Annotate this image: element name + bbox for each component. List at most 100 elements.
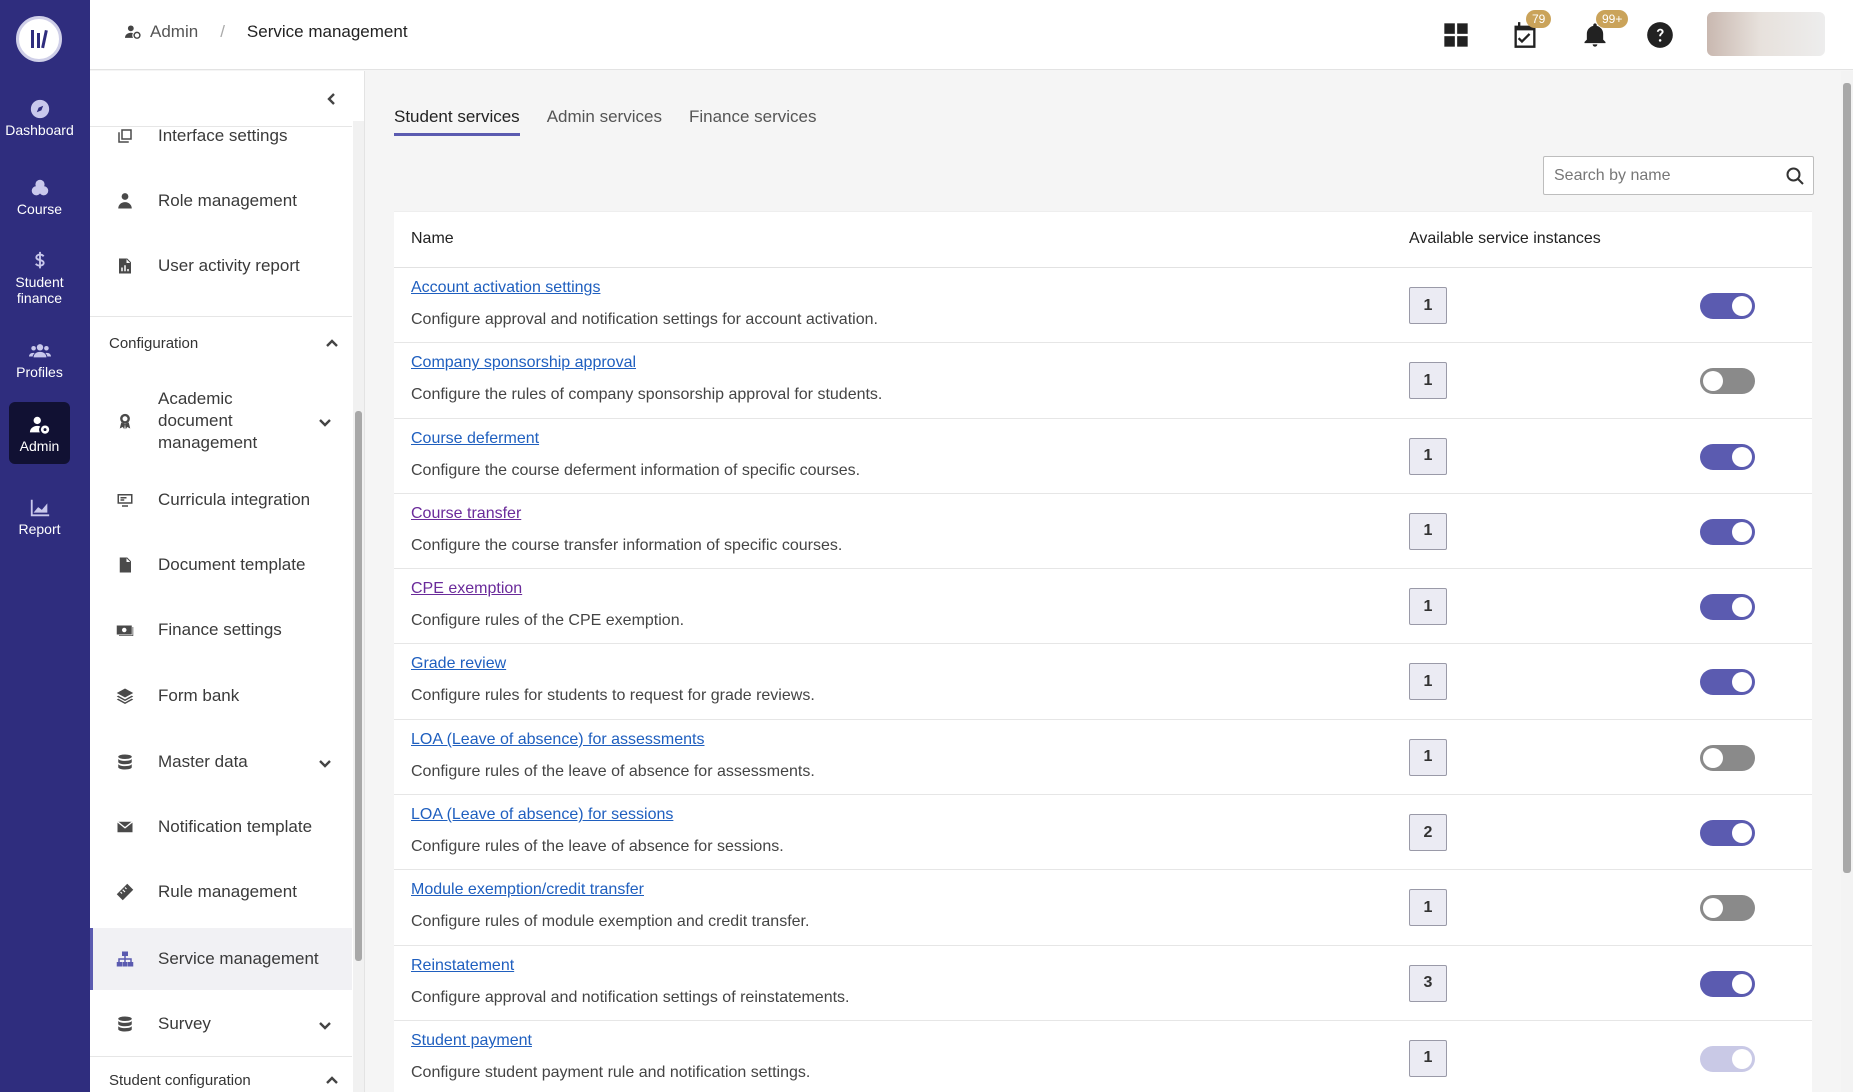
service-enabled-toggle[interactable] (1700, 443, 1755, 470)
rail-item-course[interactable]: Course (9, 177, 70, 217)
money-icon (115, 620, 135, 640)
nav-item-user-activity-report[interactable]: User activity report (90, 241, 352, 291)
chevron-down-icon (318, 755, 332, 769)
service-name-link[interactable]: CPE exemption (411, 580, 522, 598)
instance-count-badge[interactable]: 1 (1409, 287, 1447, 324)
grid-icon (1444, 23, 1468, 47)
service-description: Configure approval and notification sett… (411, 988, 850, 1006)
instance-count-badge[interactable]: 1 (1409, 362, 1447, 400)
service-enabled-toggle[interactable] (1700, 293, 1755, 319)
service-name-link[interactable]: Reinstatement (411, 957, 514, 975)
nav-item-notification-template[interactable]: Notification template (90, 802, 352, 852)
instance-count-badge[interactable]: 1 (1409, 512, 1447, 550)
instance-count-badge[interactable]: 1 (1409, 437, 1447, 475)
service-enabled-toggle[interactable] (1700, 1045, 1755, 1072)
instance-count-badge[interactable]: 1 (1409, 663, 1447, 701)
rail-item-profiles[interactable]: Profiles (9, 340, 70, 380)
service-enabled-toggle[interactable] (1700, 669, 1755, 696)
service-name-link[interactable]: Grade review (411, 655, 506, 673)
nav-item-master-data[interactable]: Master data (90, 737, 352, 787)
service-name-link[interactable]: Student payment (411, 1032, 532, 1050)
calendar-button[interactable]: 79 (1510, 10, 1552, 50)
nav-item-academic-document-management[interactable]: Academic document management (90, 381, 352, 461)
table-row: Account activation settings Configure app… (394, 268, 1812, 344)
service-enabled-toggle[interactable] (1700, 895, 1755, 922)
toggle-knob (1703, 898, 1723, 919)
nav-item-label: Master data (158, 752, 248, 771)
instance-count-badge[interactable]: 3 (1409, 964, 1447, 1002)
windows-icon (115, 126, 135, 146)
service-enabled-toggle[interactable] (1700, 970, 1755, 997)
nav-item-rule-management[interactable]: Rule management (90, 867, 352, 917)
service-description: Configure rules of the leave of absence … (411, 762, 815, 780)
service-enabled-toggle[interactable] (1700, 820, 1755, 847)
service-name-link[interactable]: Course deferment (411, 430, 539, 448)
notifications-button[interactable]: 99+ (1580, 10, 1629, 50)
nav-item-label: Notification template (158, 817, 313, 836)
service-name-link[interactable]: Module exemption/credit transfer (411, 881, 644, 899)
table-body: Account activation settings Configure app… (394, 268, 1812, 1092)
service-enabled-toggle[interactable] (1700, 518, 1755, 545)
service-name-link[interactable]: Company sponsorship approval (411, 354, 636, 372)
nav-item-document-template[interactable]: Document template (90, 540, 352, 590)
apps-grid-button[interactable] (1441, 20, 1471, 50)
app-logo[interactable] (16, 16, 62, 62)
rail-item-student-finance[interactable]: Student finance (9, 250, 70, 306)
service-name-link[interactable]: LOA (Leave of absence) for assessments (411, 731, 704, 749)
user-avatar[interactable] (1707, 12, 1825, 56)
tab-finance-services[interactable]: Finance services (689, 107, 817, 136)
nav-item-role-management[interactable]: Role management (90, 176, 352, 226)
service-name-link[interactable]: LOA (Leave of absence) for sessions (411, 806, 673, 824)
rail-item-admin[interactable]: Admin (9, 402, 70, 464)
nav-item-finance-settings[interactable]: Finance settings (90, 605, 352, 655)
rail-item-report[interactable]: Report (9, 497, 70, 537)
help-button[interactable] (1645, 20, 1675, 50)
service-enabled-toggle[interactable] (1700, 368, 1755, 395)
rail-label: Student finance (15, 274, 64, 306)
service-enabled-toggle[interactable] (1700, 594, 1755, 621)
table-row: LOA (Leave of absence) for assessments Co… (394, 720, 1812, 796)
instance-count-badge[interactable]: 1 (1409, 1039, 1447, 1077)
instance-count-badge[interactable]: 1 (1409, 738, 1447, 776)
table-header: Name Available service instances (394, 211, 1812, 268)
search-input[interactable] (1544, 166, 1769, 185)
sidenav-scrollbar[interactable] (353, 121, 364, 1092)
toggle-knob (1732, 597, 1752, 618)
instance-count-badge[interactable]: 1 (1409, 889, 1447, 927)
nav-item-curricula-integration[interactable]: Curricula integration (90, 475, 352, 525)
tab-student-services[interactable]: Student services (394, 107, 520, 136)
table-row: Reinstatement Configure approval and noti… (394, 946, 1812, 1021)
nav-item-interface-settings[interactable]: Interface settings (90, 111, 352, 161)
nav-item-label: Interface settings (158, 126, 288, 145)
instance-count-badge[interactable]: 1 (1409, 588, 1447, 626)
collapse-sidenav-button[interactable] (322, 89, 342, 109)
service-description: Configure approval and notification sett… (411, 311, 878, 328)
nav-item-service-management[interactable]: Service management (90, 928, 352, 990)
breadcrumb: Admin / Service management (124, 22, 408, 42)
instance-count-badge[interactable]: 2 (1409, 814, 1447, 852)
search-icon[interactable] (1785, 166, 1805, 186)
table-row: Company sponsorship approval Configure th… (394, 343, 1812, 419)
nav-item-survey[interactable]: Survey (90, 999, 352, 1049)
nav-item-label: Curricula integration (158, 490, 311, 509)
column-header-name: Name (411, 230, 454, 247)
service-enabled-toggle[interactable] (1700, 744, 1755, 771)
rail-item-dashboard[interactable]: Dashboard (5, 98, 74, 138)
student-configuration-section-header[interactable]: Student configuration (109, 1072, 339, 1089)
logo-icon (31, 29, 48, 49)
breadcrumb-root[interactable]: Admin (124, 22, 198, 42)
breadcrumb-separator: / (220, 22, 225, 41)
layers-icon (115, 686, 135, 706)
search-box (1543, 156, 1814, 195)
sidenav-scroll-thumb[interactable] (355, 411, 362, 961)
configuration-section-header[interactable]: Configuration (109, 335, 339, 352)
compass-icon (30, 99, 49, 119)
services-table: Name Available service instances Account… (394, 211, 1812, 1092)
service-name-link[interactable]: Account activation settings (411, 279, 600, 297)
main-scrollbar[interactable] (1841, 71, 1853, 1092)
tab-admin-services[interactable]: Admin services (547, 107, 662, 136)
nav-item-label: Role management (158, 191, 297, 210)
main-scroll-thumb[interactable] (1843, 83, 1851, 873)
nav-item-form-bank[interactable]: Form bank (90, 671, 352, 721)
service-name-link[interactable]: Course transfer (411, 505, 521, 523)
